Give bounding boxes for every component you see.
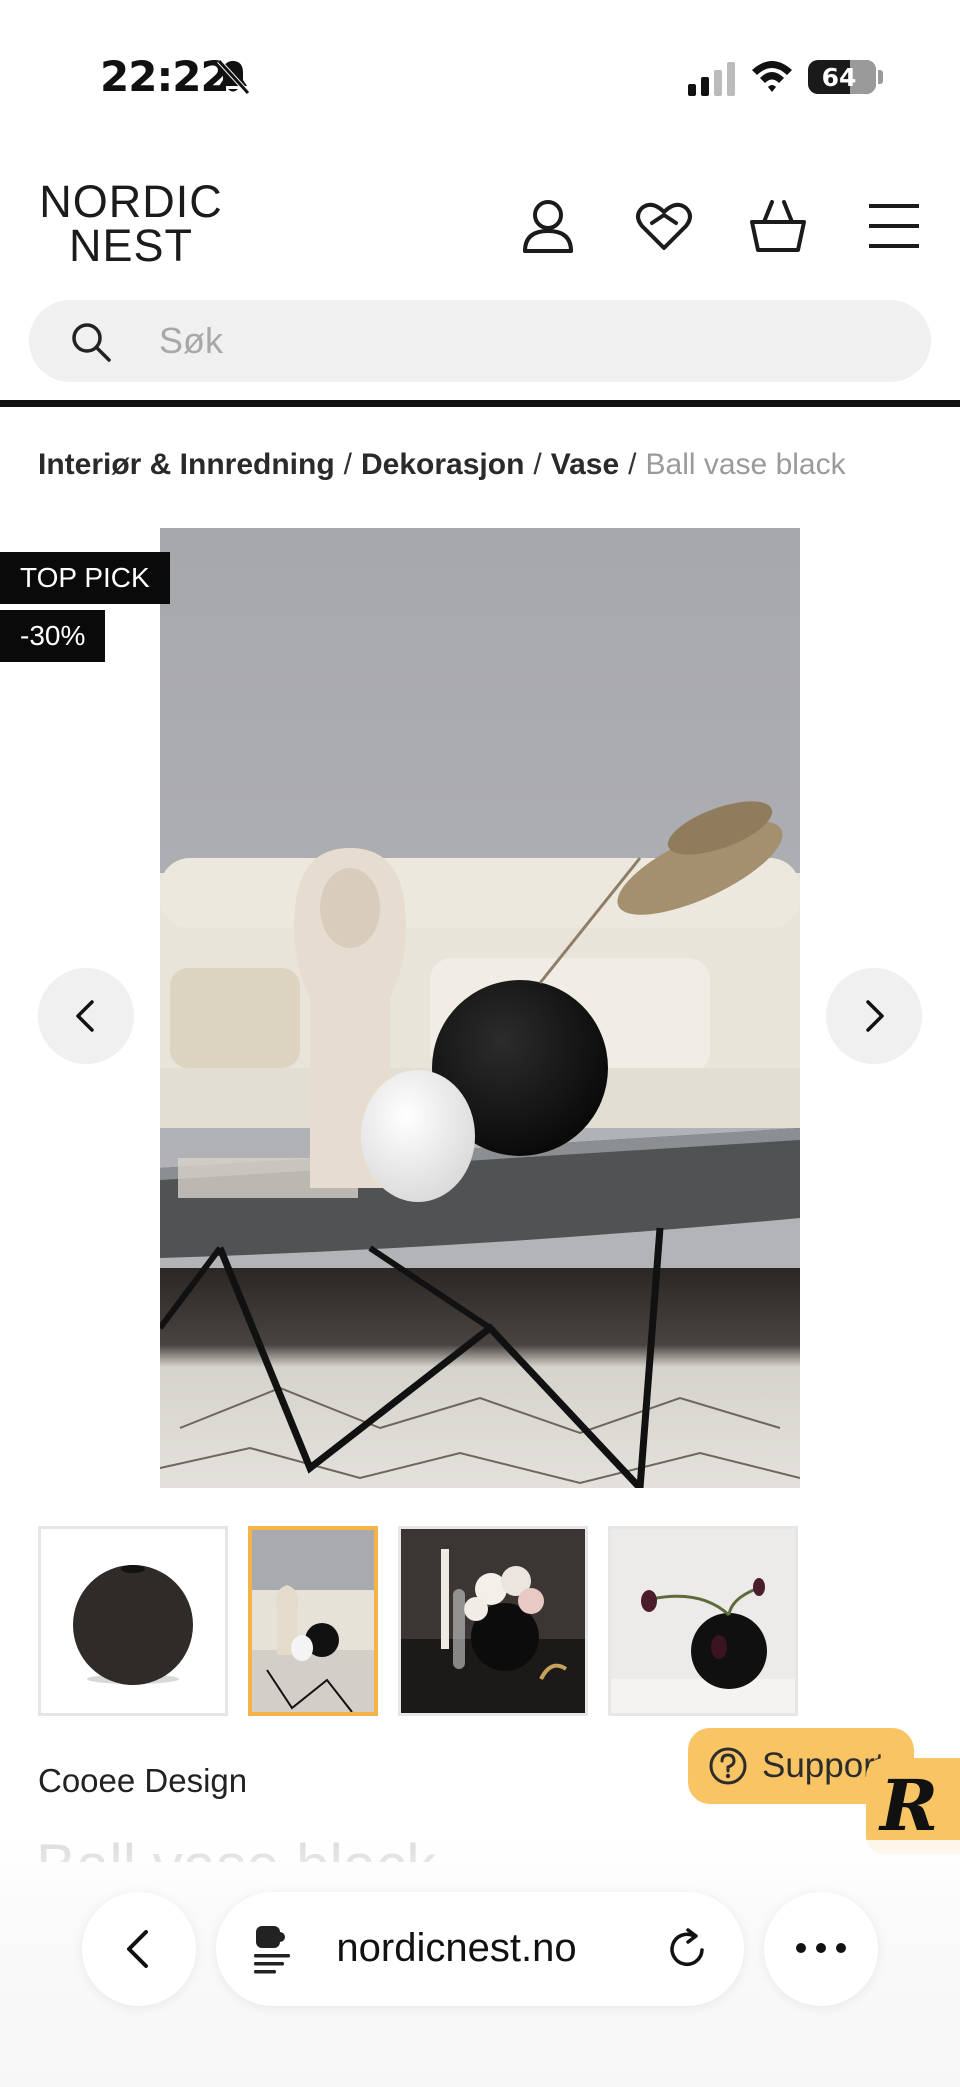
gallery-thumbnail[interactable] xyxy=(248,1526,378,1716)
gallery-next-button[interactable] xyxy=(826,968,922,1064)
chevron-left-icon xyxy=(76,1000,94,1032)
browser-more-button[interactable] xyxy=(764,1892,878,2006)
menu-icon[interactable] xyxy=(864,196,924,256)
breadcrumb-separator: / xyxy=(343,448,353,481)
breadcrumb-link-vase[interactable]: Vase xyxy=(551,448,619,481)
search-bar[interactable] xyxy=(29,300,931,382)
more-dots-icon xyxy=(796,1943,846,1953)
address-bar[interactable]: nordicnest.no xyxy=(216,1892,744,2006)
bell-slash-icon xyxy=(217,59,250,95)
battery-icon: 64 xyxy=(808,60,876,94)
page-menu-icon xyxy=(254,1926,290,1974)
breadcrumb-separator: / xyxy=(533,448,542,481)
help-icon xyxy=(709,1747,747,1785)
search-icon xyxy=(72,323,111,362)
lifestyle-photo xyxy=(160,528,800,1488)
gallery-thumbnail[interactable] xyxy=(38,1526,228,1716)
wifi-icon xyxy=(752,61,792,92)
header-divider xyxy=(0,400,960,407)
battery-tip xyxy=(878,70,883,84)
gallery-thumbnail[interactable] xyxy=(398,1526,588,1716)
search-input[interactable] xyxy=(159,312,859,370)
site-logo[interactable]: NORDIC NEST xyxy=(36,176,226,271)
breadcrumb: Interiør & Innredning / Dekorasjon / Vase / Ba… xyxy=(38,448,846,482)
cellular-signal-icon xyxy=(688,62,735,96)
breadcrumb-link-decoration[interactable]: Dekorasjon xyxy=(361,448,524,481)
breadcrumb-link-interior[interactable]: Interiør & Innredning xyxy=(38,448,335,481)
gallery-thumbnail[interactable] xyxy=(608,1526,798,1716)
thumbnail-lifestyle-sofa xyxy=(252,1530,374,1712)
logo-line-1: NORDIC xyxy=(39,176,223,227)
r-logo-icon: R xyxy=(880,1764,939,1847)
wishlist-heart-icon[interactable] xyxy=(634,196,694,256)
reload-icon[interactable] xyxy=(666,1926,710,1972)
basket-icon[interactable] xyxy=(748,196,808,256)
breadcrumb-separator: / xyxy=(628,448,637,481)
status-time: 22:22 xyxy=(100,52,230,101)
discount-badge: -30% xyxy=(0,610,106,662)
product-brand[interactable]: Cooee Design xyxy=(38,1762,247,1800)
url-text: nordicnest.no xyxy=(336,1926,577,1970)
logo-line-2: NEST xyxy=(68,220,193,271)
thumbnail-ranunculus-vase xyxy=(401,1529,585,1713)
browser-back-button[interactable] xyxy=(82,1892,196,2006)
account-icon[interactable] xyxy=(518,196,578,256)
gallery-prev-button[interactable] xyxy=(38,968,134,1064)
thumbnail-ball-vase-product xyxy=(41,1529,225,1713)
chevron-right-icon xyxy=(866,1000,884,1032)
battery-level: 64 xyxy=(821,63,857,92)
breadcrumb-current: Ball vase black xyxy=(645,448,846,481)
top-pick-badge: TOP PICK xyxy=(0,552,170,604)
status-bar: 22:22 64 xyxy=(0,0,960,140)
thumbnail-tulip-vase xyxy=(611,1529,795,1713)
chevron-left-icon xyxy=(127,1930,148,1968)
product-main-image[interactable] xyxy=(160,528,800,1488)
